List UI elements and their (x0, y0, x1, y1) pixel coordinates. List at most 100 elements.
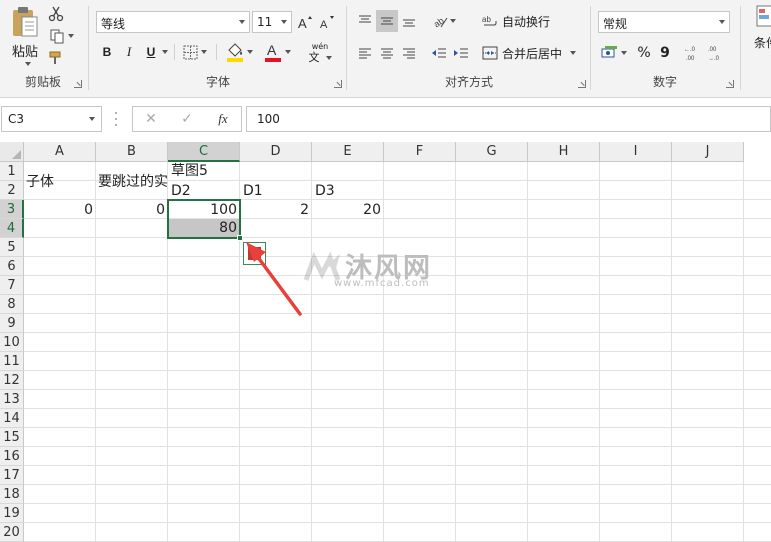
grid-row-line (24, 427, 771, 428)
column-header-g[interactable]: G (456, 142, 528, 162)
number-launcher[interactable] (726, 80, 734, 88)
grid-col-line (743, 162, 744, 542)
cancel-icon[interactable]: ✕ (140, 108, 162, 130)
row-header-14[interactable]: 14 (0, 409, 24, 428)
row-header-17[interactable]: 17 (0, 466, 24, 485)
grow-font-button[interactable]: A (296, 12, 314, 32)
row-header-4[interactable]: 4 (0, 219, 24, 238)
grid-row-line (24, 313, 771, 314)
cut-button[interactable] (46, 4, 66, 24)
border-button[interactable] (180, 42, 210, 62)
row-header-16[interactable]: 16 (0, 447, 24, 466)
font-launcher[interactable] (334, 80, 342, 88)
align-right-icon (403, 48, 415, 59)
grid-col-line (599, 162, 600, 542)
align-center-button[interactable] (376, 42, 398, 64)
row-header-10[interactable]: 10 (0, 333, 24, 352)
select-all-button[interactable] (0, 142, 24, 162)
cell-a3[interactable]: 0 (24, 201, 96, 220)
align-top-button[interactable] (354, 10, 376, 32)
row-header-11[interactable]: 11 (0, 352, 24, 371)
grid-row-line (24, 294, 771, 295)
row-header-18[interactable]: 18 (0, 485, 24, 504)
phonetic-button[interactable]: wén 文 (300, 40, 340, 66)
decrease-indent-button[interactable] (428, 42, 450, 64)
row-header-1[interactable]: 1 (0, 162, 24, 181)
align-middle-button[interactable] (376, 10, 398, 32)
column-header-d[interactable]: D (240, 142, 312, 162)
name-box[interactable]: C3 (1, 106, 102, 132)
row-header-20[interactable]: 20 (0, 523, 24, 542)
increase-indent-button[interactable] (450, 42, 472, 64)
accounting-button[interactable] (598, 42, 630, 64)
merge-center-label: 合并后居中 (502, 46, 563, 61)
align-bottom-button[interactable] (398, 10, 420, 32)
formula-input[interactable]: 100 (246, 106, 771, 132)
conditional-format-button[interactable]: 条件 (746, 4, 771, 60)
cell-b3[interactable]: 0 (96, 201, 168, 220)
insert-function-icon[interactable]: fx (212, 108, 234, 130)
row-header-8[interactable]: 8 (0, 295, 24, 314)
column-header-h[interactable]: H (528, 142, 600, 162)
clipboard-group: 粘贴 剪贴板 (0, 0, 86, 96)
percent-button[interactable]: % (634, 42, 654, 64)
font-color-button[interactable]: A (260, 40, 294, 64)
comma-button[interactable]: 9 (656, 42, 674, 64)
alignment-launcher[interactable] (578, 80, 586, 88)
column-header-a[interactable]: A (24, 142, 96, 162)
row-header-7[interactable]: 7 (0, 276, 24, 295)
italic-button[interactable]: I (120, 42, 138, 62)
number-format-combo[interactable]: 常规 (598, 11, 730, 33)
column-header-e[interactable]: E (312, 142, 384, 162)
cell-a1[interactable]: 子体 (24, 173, 96, 192)
wrap-text-label: 自动换行 (502, 14, 551, 29)
svg-text:.00: .00 (686, 56, 695, 62)
copy-button[interactable] (46, 26, 76, 46)
merge-center-button[interactable]: 合并后居中 (482, 42, 582, 64)
underline-dropdown[interactable] (160, 42, 170, 62)
cell-e3[interactable]: 20 (312, 201, 384, 220)
paste-button[interactable]: 粘贴 (6, 4, 44, 60)
column-header-c[interactable]: C (168, 142, 240, 162)
row-header-5[interactable]: 5 (0, 238, 24, 257)
font-name-combo[interactable]: 等线 (96, 11, 250, 33)
row-header-3[interactable]: 3 (0, 200, 24, 219)
increase-decimal-button[interactable]: ←.0 .00 (682, 42, 704, 64)
cell-d3[interactable]: 2 (240, 201, 312, 220)
sketch-label: 草图5 (171, 163, 208, 179)
grid-col-line (671, 162, 672, 542)
decrease-decimal-button[interactable]: .00 →.0 (706, 42, 728, 64)
font-group: 等线 11 A A B I U A wén 文 字体 (90, 0, 346, 96)
paste-dropdown[interactable] (22, 60, 34, 68)
row-header-15[interactable]: 15 (0, 428, 24, 447)
fill-color-button[interactable] (222, 40, 256, 64)
row-header-12[interactable]: 12 (0, 371, 24, 390)
grid-row-line (24, 389, 771, 390)
svg-text:A: A (267, 42, 277, 58)
column-header-i[interactable]: I (600, 142, 672, 162)
row-header-6[interactable]: 6 (0, 257, 24, 276)
underline-button[interactable]: U (142, 42, 160, 62)
grid-row-line (24, 446, 771, 447)
formula-bar-splitter[interactable] (114, 112, 118, 126)
row-header-9[interactable]: 9 (0, 314, 24, 333)
align-left-button[interactable] (354, 42, 376, 64)
bold-button[interactable]: B (98, 42, 116, 62)
column-header-j[interactable]: J (672, 142, 744, 162)
wrap-text-button[interactable]: ab 自动换行 (482, 10, 582, 32)
column-header-f[interactable]: F (384, 142, 456, 162)
format-painter-button[interactable] (46, 48, 66, 68)
row-header-19[interactable]: 19 (0, 504, 24, 523)
enter-icon[interactable]: ✓ (176, 108, 198, 130)
align-right-button[interactable] (398, 42, 420, 64)
paste-label: 粘贴 (11, 44, 38, 60)
clipboard-launcher[interactable] (74, 80, 82, 88)
grid-row-line (24, 503, 771, 504)
row-header-13[interactable]: 13 (0, 390, 24, 409)
row-header-2[interactable]: 2 (0, 181, 24, 200)
font-size-combo[interactable]: 11 (252, 11, 292, 33)
orientation-button[interactable]: ab (428, 10, 460, 32)
cell-b1[interactable]: 要跳过的实 (96, 173, 168, 192)
column-header-b[interactable]: B (96, 142, 168, 162)
shrink-font-button[interactable]: A (318, 12, 336, 32)
